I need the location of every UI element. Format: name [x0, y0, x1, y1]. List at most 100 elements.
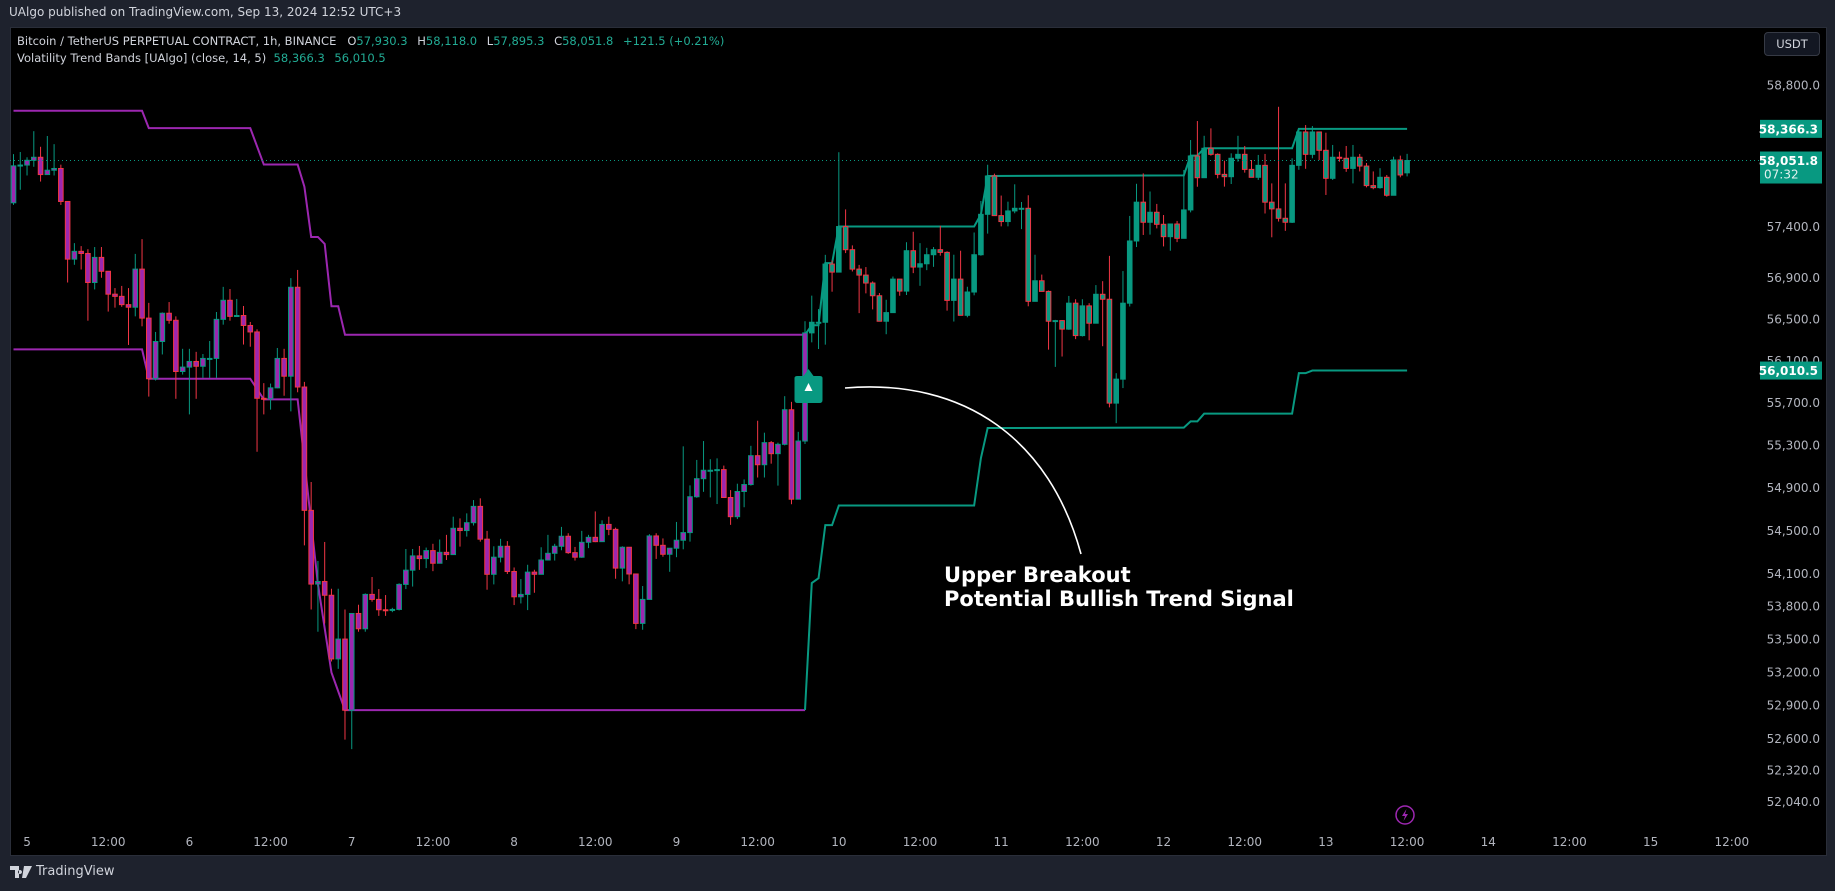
candle-body	[890, 278, 896, 314]
candle-body	[376, 598, 382, 611]
candle	[1160, 215, 1167, 247]
time-tick-label: 12:00	[416, 835, 451, 849]
candle-body	[254, 331, 260, 399]
candle-body	[511, 570, 517, 598]
volatility-bands	[13, 109, 1408, 712]
price-tick-label: 54,500.0	[1767, 524, 1820, 538]
breakout-signal	[794, 369, 823, 403]
candle	[206, 340, 213, 378]
candle	[531, 569, 538, 593]
candle-body	[321, 580, 328, 596]
candle-body	[869, 282, 876, 297]
candle-body	[98, 256, 105, 272]
candle	[646, 534, 653, 600]
annotation-arrow-curve	[844, 386, 1082, 555]
candle	[572, 546, 578, 561]
candle	[166, 302, 172, 324]
candle-body	[903, 250, 910, 292]
candle	[951, 254, 957, 322]
candle-body	[842, 226, 849, 251]
candle-body	[240, 315, 247, 326]
candle	[741, 479, 747, 508]
candle	[957, 250, 964, 316]
candle-body	[1316, 131, 1322, 151]
candle-body	[592, 536, 599, 543]
candle	[1038, 274, 1045, 292]
candle-body	[78, 250, 84, 254]
candle-body	[64, 200, 71, 260]
currency-button[interactable]: USDT	[1764, 32, 1820, 56]
price-tick-label: 53,500.0	[1767, 633, 1820, 647]
candle-body	[1356, 156, 1363, 167]
price-tick-label: 55,700.0	[1767, 396, 1820, 410]
candle-body	[206, 357, 213, 360]
candle	[910, 231, 917, 274]
price-axis[interactable]: 58,800.058,400.057,400.056,900.056,500.0…	[1767, 78, 1820, 808]
candle	[105, 270, 112, 312]
candle-body	[626, 546, 632, 575]
candle	[450, 516, 457, 556]
candle-body	[693, 478, 700, 498]
candle	[477, 498, 484, 542]
low-value: 57,895.3	[493, 34, 545, 48]
time-tick-label: 12:00	[1390, 835, 1425, 849]
candle	[416, 545, 423, 570]
candle	[112, 288, 118, 308]
candle-body	[30, 156, 37, 161]
candle	[233, 298, 240, 318]
time-axis[interactable]: 5 12:00 6 12:00 7 12:00 8 12:00 9 12:00 10 12:00 11 1…	[23, 835, 1749, 849]
candle	[281, 348, 287, 396]
time-tick-label: 5	[23, 835, 31, 849]
candle	[998, 195, 1004, 227]
candle	[565, 533, 572, 554]
candle	[923, 247, 930, 271]
candle	[1309, 126, 1316, 159]
candle	[463, 513, 470, 537]
candle-body	[524, 571, 531, 595]
candle	[1323, 132, 1329, 195]
candle-body	[1214, 153, 1221, 175]
close-value: 58,051.8	[562, 34, 614, 48]
candle-body	[389, 608, 396, 611]
open-value: 57,930.3	[356, 34, 408, 48]
candle-body	[220, 299, 227, 320]
tradingview-logo-icon	[10, 865, 32, 878]
candle-body	[1377, 176, 1383, 189]
candle	[240, 305, 247, 345]
candle	[78, 246, 84, 270]
candle-body	[213, 318, 220, 359]
candle-body	[71, 250, 78, 260]
candle-body	[680, 532, 687, 541]
candle-body	[687, 496, 693, 534]
candle-body	[1228, 157, 1235, 178]
candle	[585, 534, 592, 549]
candle-body	[355, 612, 362, 630]
candle	[1099, 281, 1106, 347]
candle-body	[883, 312, 889, 322]
candle-body	[369, 593, 375, 600]
candle	[1086, 303, 1092, 341]
candle-body	[342, 638, 348, 711]
lightning-icon[interactable]	[1395, 805, 1415, 825]
candle	[470, 500, 477, 526]
symbol-legend[interactable]: Bitcoin / TetherUS PERPETUAL CONTRACT, 1…	[17, 34, 730, 48]
candle	[213, 311, 220, 378]
candle	[1350, 144, 1356, 184]
candle	[443, 534, 450, 561]
candle	[754, 420, 761, 478]
candle-body	[937, 249, 944, 253]
candle	[254, 329, 260, 452]
candle-body	[274, 357, 281, 389]
candle-body	[1018, 207, 1025, 210]
candle-body	[139, 268, 145, 319]
candle-body	[348, 612, 355, 711]
candle-body	[409, 555, 416, 571]
candle-body	[585, 536, 592, 543]
candle-body	[1248, 168, 1255, 178]
candle-body	[37, 156, 44, 176]
candle	[294, 269, 301, 393]
price-chart[interactable]: 58,800.058,400.057,400.056,900.056,500.0…	[0, 0, 1835, 891]
indicator-legend[interactable]: Volatility Trend Bands [UAlgo] (close, 1…	[17, 51, 392, 65]
candle-body	[118, 295, 125, 306]
tradingview-brand[interactable]: TradingView	[10, 864, 115, 879]
